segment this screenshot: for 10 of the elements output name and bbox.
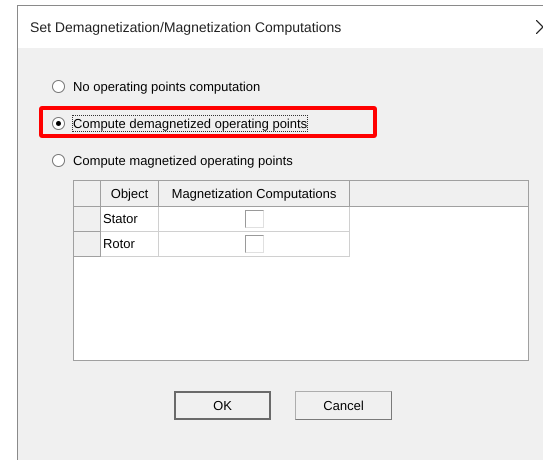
option-label[interactable]: Compute magnetized operating points <box>73 152 293 168</box>
cancel-button[interactable]: Cancel <box>295 391 392 420</box>
window-title: Set Demagnetization/Magnetization Computations <box>30 18 342 37</box>
table-cell: Stator <box>101 207 159 232</box>
column-header: Magnetization Computations <box>159 181 350 207</box>
ok-button[interactable]: OK <box>174 391 271 420</box>
option-label[interactable]: Compute demagnetized operating points <box>73 116 308 130</box>
column-header: Object <box>101 181 159 207</box>
table-cell: Rotor <box>101 232 159 257</box>
option-label[interactable]: No operating points computation <box>73 78 260 94</box>
